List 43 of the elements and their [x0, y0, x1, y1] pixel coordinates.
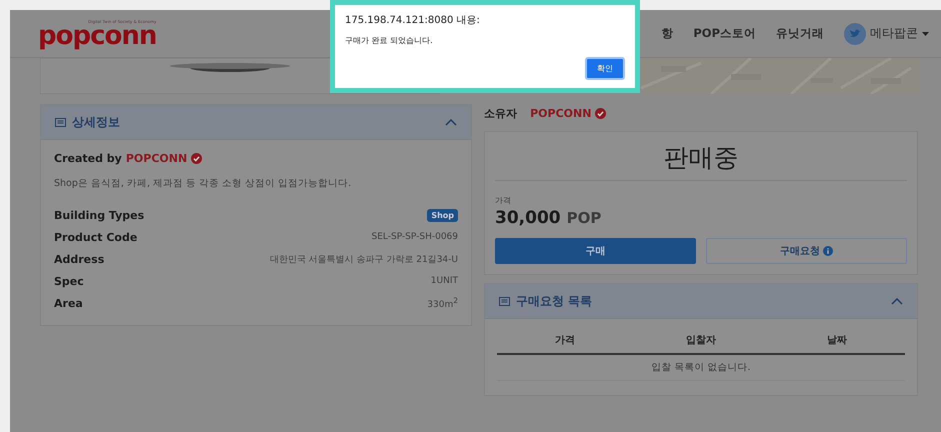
buy-button[interactable]: 구매: [495, 238, 696, 264]
property-value: 330m$^{2}$: [427, 296, 458, 310]
column-header: 입찰자: [685, 334, 717, 347]
logo[interactable]: popconn: [38, 24, 156, 48]
price-unit: POP: [566, 209, 602, 227]
creator-name[interactable]: POPCONN: [126, 152, 188, 165]
request-button[interactable]: 구매요청: [706, 238, 907, 264]
owner-name[interactable]: POPCONN: [530, 107, 592, 120]
price-value: 30,000: [495, 208, 561, 228]
caret-icon[interactable]: [922, 32, 929, 36]
empty-message: 입찰 목록이 없습니다.: [497, 355, 905, 381]
verified-icon: [595, 108, 606, 119]
column-header: 날짜: [826, 334, 848, 347]
created-by-label: Created by: [54, 152, 122, 165]
type-tag: Shop: [427, 208, 458, 222]
description: Shop은 음식점, 카페, 제과점 등 각종 소형 상점이 입점가능합니다.: [54, 177, 352, 190]
property-value: SEL-SP-SP-SH-0069: [371, 232, 458, 242]
nav-link[interactable]: 항: [661, 26, 674, 41]
property-label: Spec: [54, 274, 84, 288]
column-header: 가격: [554, 334, 576, 347]
avatar-icon[interactable]: [844, 22, 866, 44]
collapse-icon[interactable]: [445, 118, 457, 126]
confirm-button[interactable]: 확인: [585, 57, 625, 80]
property-value: 대한민국 서울특별시 송파구 가락로 21길34-U: [270, 254, 458, 266]
owner-label: 소유자: [484, 106, 517, 121]
dialog-origin: 175.198.74.121:8080 내용:: [345, 14, 481, 27]
list-icon: [55, 118, 66, 126]
property-value: 1UNIT: [430, 276, 458, 286]
dialog-message: 구매가 완료 되었습니다.: [345, 35, 434, 46]
panel-title: 구매요청 목록: [516, 292, 592, 310]
property-label: Building Types: [54, 208, 144, 222]
collapse-icon[interactable]: [891, 298, 903, 304]
nav-link[interactable]: POP스토어: [693, 26, 756, 41]
verified-icon: [191, 153, 202, 164]
price-label: 가격: [495, 195, 512, 206]
sale-status: 판매중: [495, 132, 907, 181]
panel-title: 상세정보: [72, 114, 120, 130]
nav-link[interactable]: 유닛거래: [776, 26, 824, 41]
property-label: Address: [54, 252, 104, 266]
user-name[interactable]: 메타팝콘: [870, 25, 918, 42]
property-label: Product Code: [54, 230, 138, 244]
property-label: Area: [54, 296, 83, 310]
list-icon: [499, 296, 510, 306]
